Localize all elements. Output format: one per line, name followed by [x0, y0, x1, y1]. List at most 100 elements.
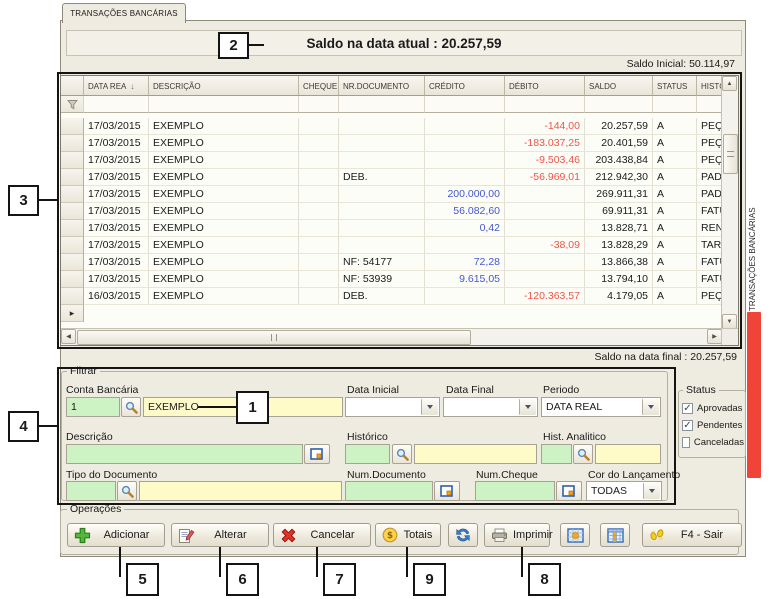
row-selector[interactable]: [61, 118, 84, 135]
cell-saldo[interactable]: 13.794,10: [585, 271, 653, 288]
cell-nr_documento[interactable]: [339, 152, 425, 169]
column-header-data-real[interactable]: DATA REA↓: [84, 76, 149, 96]
table-row[interactable]: 17/03/2015EXEMPLO -9.503,46203.438,84APEÇ…: [61, 152, 722, 169]
cell-credito[interactable]: 200.000,00: [425, 186, 505, 203]
conta-bancaria-search-button[interactable]: [121, 397, 141, 417]
hist-analitico-name-field[interactable]: [595, 444, 661, 464]
filter-cell[interactable]: [299, 96, 339, 113]
filter-cell[interactable]: [149, 96, 299, 113]
periodo-combo[interactable]: DATA REAL: [541, 397, 661, 417]
cell-credito[interactable]: 9.615,05: [425, 271, 505, 288]
cell-descricao[interactable]: EXEMPLO: [149, 254, 299, 271]
cell-debito[interactable]: -120.363,57: [505, 288, 585, 305]
tipo-documento-search-button[interactable]: [117, 481, 137, 501]
cell-status[interactable]: A: [653, 288, 697, 305]
cell-status[interactable]: A: [653, 237, 697, 254]
cell-credito[interactable]: 0,42: [425, 220, 505, 237]
cell-historico[interactable]: PADR: [697, 186, 722, 203]
horizontal-scroll-thumb[interactable]: [77, 330, 471, 345]
cell-debito[interactable]: [505, 186, 585, 203]
table-row[interactable]: 17/03/2015EXEMPLO56.082,6069.911,31AFATU: [61, 203, 722, 220]
exit-button[interactable]: F4 - Sair: [642, 523, 742, 547]
status-option-pendentes[interactable]: ✓Pendentes: [682, 417, 744, 434]
cell-saldo[interactable]: 269.911,31: [585, 186, 653, 203]
filter-cell[interactable]: [653, 96, 697, 113]
column-header-credito[interactable]: CRÉDITO: [425, 76, 505, 96]
cell-historico[interactable]: REND: [697, 220, 722, 237]
column-header-saldo[interactable]: SALDO: [585, 76, 653, 96]
cell-descricao[interactable]: EXEMPLO: [149, 152, 299, 169]
cell-saldo[interactable]: 13.828,29: [585, 237, 653, 254]
cell-historico[interactable]: PEÇA: [697, 152, 722, 169]
scroll-left-button[interactable]: ◀: [61, 329, 76, 344]
column-header-descricao[interactable]: DESCRIÇÃO: [149, 76, 299, 96]
selector-header-cell[interactable]: [61, 76, 84, 96]
cell-data[interactable]: 17/03/2015: [84, 237, 149, 254]
cell-historico[interactable]: FATU: [697, 254, 722, 271]
scroll-right-button[interactable]: ▶: [707, 329, 722, 344]
cell-debito[interactable]: -9.503,46: [505, 152, 585, 169]
hist-analitico-search-button[interactable]: [573, 444, 593, 464]
cell-data[interactable]: 16/03/2015: [84, 288, 149, 305]
tipo-documento-code-field[interactable]: [66, 481, 116, 501]
cell-descricao[interactable]: EXEMPLO: [149, 186, 299, 203]
chevron-down-icon[interactable]: [421, 399, 438, 415]
cell-status[interactable]: A: [653, 152, 697, 169]
cell-descricao[interactable]: EXEMPLO: [149, 203, 299, 220]
cell-data[interactable]: 17/03/2015: [84, 186, 149, 203]
conta-bancaria-code-field[interactable]: 1: [66, 397, 120, 417]
cell-nr_documento[interactable]: DEB.: [339, 169, 425, 186]
num-documento-field[interactable]: [345, 481, 433, 501]
edit-button[interactable]: Alterar: [171, 523, 269, 547]
add-button[interactable]: Adicionar: [67, 523, 165, 547]
row-selector[interactable]: [61, 288, 84, 305]
data-final-combo[interactable]: [443, 397, 538, 417]
cell-cheque[interactable]: [299, 271, 339, 288]
cor-lancamento-combo[interactable]: TODAS: [586, 481, 662, 501]
cell-saldo[interactable]: 212.942,30: [585, 169, 653, 186]
cell-credito[interactable]: 56.082,60: [425, 203, 505, 220]
filter-cell[interactable]: [585, 96, 653, 113]
data-inicial-combo[interactable]: [345, 397, 440, 417]
scroll-up-button[interactable]: ▲: [722, 76, 737, 91]
table-row[interactable]: 17/03/2015EXEMPLO200.000,00269.911,31APA…: [61, 186, 722, 203]
table-row[interactable]: 16/03/2015EXEMPLODEB.-120.363,574.179,05…: [61, 288, 722, 305]
cancel-button[interactable]: Cancelar: [273, 523, 371, 547]
cell-cheque[interactable]: [299, 169, 339, 186]
row-selector[interactable]: [61, 254, 84, 271]
cell-descricao[interactable]: EXEMPLO: [149, 271, 299, 288]
cell-debito[interactable]: -38,09: [505, 237, 585, 254]
cell-saldo[interactable]: 203.438,84: [585, 152, 653, 169]
cell-nr_documento[interactable]: [339, 237, 425, 254]
num-cheque-picker-button[interactable]: [556, 481, 582, 501]
cell-debito[interactable]: -144,00: [505, 118, 585, 135]
cell-cheque[interactable]: [299, 186, 339, 203]
cell-saldo[interactable]: 13.866,38: [585, 254, 653, 271]
grid-auto-filter-row[interactable]: [61, 96, 722, 113]
column-header-nr-documento[interactable]: NR.DOCUMENTO: [339, 76, 425, 96]
cell-nr_documento[interactable]: [339, 186, 425, 203]
cell-historico[interactable]: TARIF: [697, 237, 722, 254]
cell-nr_documento[interactable]: NF: 54177: [339, 254, 425, 271]
cell-nr_documento[interactable]: [339, 220, 425, 237]
descricao-field[interactable]: [66, 444, 303, 464]
cell-status[interactable]: A: [653, 254, 697, 271]
descricao-picker-button[interactable]: [304, 444, 330, 464]
row-selector[interactable]: [61, 135, 84, 152]
cell-debito[interactable]: [505, 220, 585, 237]
cell-descricao[interactable]: EXEMPLO: [149, 169, 299, 186]
cell-descricao[interactable]: EXEMPLO: [149, 220, 299, 237]
cell-status[interactable]: A: [653, 203, 697, 220]
cell-nr_documento[interactable]: [339, 203, 425, 220]
column-header-debito[interactable]: DÉBITO: [505, 76, 585, 96]
cell-data[interactable]: 17/03/2015: [84, 152, 149, 169]
cell-credito[interactable]: 72,28: [425, 254, 505, 271]
row-indicator-cell[interactable]: ▸: [61, 305, 84, 322]
row-selector[interactable]: [61, 152, 84, 169]
table-row[interactable]: 17/03/2015EXEMPLODEB.-56.969,01212.942,3…: [61, 169, 722, 186]
num-documento-picker-button[interactable]: [434, 481, 460, 501]
cell-debito[interactable]: [505, 271, 585, 288]
historico-code-field[interactable]: [345, 444, 390, 464]
cell-saldo[interactable]: 20.401,59: [585, 135, 653, 152]
checkbox-checked-icon[interactable]: ✓: [682, 403, 693, 414]
